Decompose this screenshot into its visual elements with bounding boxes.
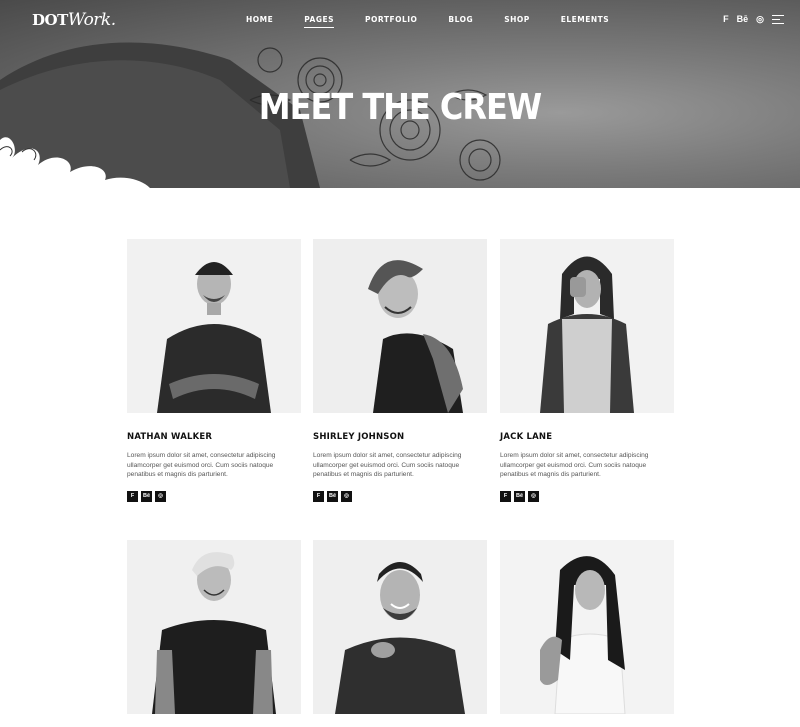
instagram-icon[interactable]: ◎ bbox=[341, 490, 352, 502]
nav-item-home[interactable]: HOME bbox=[246, 15, 273, 28]
instagram-icon[interactable]: ◎ bbox=[528, 490, 539, 502]
menu-icon[interactable] bbox=[772, 14, 784, 24]
foursquare-icon[interactable]: F bbox=[313, 490, 324, 502]
nav-item-shop[interactable]: SHOP bbox=[504, 15, 530, 28]
team-member-name: SHIRLEY JOHNSON bbox=[313, 432, 405, 442]
team-card bbox=[127, 540, 301, 714]
team-member-bio: Lorem ipsum dolor sit amet, consectetur … bbox=[500, 452, 649, 478]
team-member-socials: F Bē ◎ bbox=[127, 490, 301, 502]
foursquare-icon[interactable]: F bbox=[500, 490, 511, 502]
team-member-photo bbox=[500, 540, 674, 714]
foursquare-icon[interactable]: F bbox=[723, 14, 729, 24]
team-member-photo bbox=[127, 239, 301, 413]
behance-icon[interactable]: Bē bbox=[141, 490, 152, 502]
team-card: SHIRLEY JOHNSON Lorem ipsum dolor sit am… bbox=[313, 239, 487, 502]
team-member-photo bbox=[313, 239, 487, 413]
team-member-socials: F Bē ◎ bbox=[313, 490, 487, 502]
team-member-bio: Lorem ipsum dolor sit amet, consectetur … bbox=[313, 452, 462, 478]
team-card bbox=[313, 540, 487, 714]
team-member-photo bbox=[127, 540, 301, 714]
foursquare-icon[interactable]: F bbox=[127, 490, 138, 502]
behance-icon[interactable]: Bē bbox=[514, 490, 525, 502]
team-member-photo bbox=[500, 239, 674, 413]
instagram-icon[interactable]: ◎ bbox=[756, 14, 764, 24]
team-member-socials: F Bē ◎ bbox=[500, 490, 674, 502]
team-card: NATHAN WALKER Lorem ipsum dolor sit amet… bbox=[127, 239, 301, 502]
team-card: JACK LANE Lorem ipsum dolor sit amet, co… bbox=[500, 239, 674, 502]
hero-banner: DOTWork. HOME PAGES PORTFOLIO BLOG SHOP … bbox=[0, 0, 800, 188]
logo-text: DOT bbox=[32, 11, 68, 29]
nav-item-pages[interactable]: PAGES bbox=[304, 15, 335, 28]
page-title: MEET THE CREW bbox=[258, 86, 542, 128]
main-nav: HOME PAGES PORTFOLIO BLOG SHOP ELEMENTS bbox=[246, 15, 640, 28]
nav-item-portfolio[interactable]: PORTFOLIO bbox=[365, 15, 417, 28]
team-card bbox=[500, 540, 674, 714]
logo-script: Work. bbox=[67, 10, 116, 30]
team-member-bio: Lorem ipsum dolor sit amet, consectetur … bbox=[127, 452, 276, 478]
nav-item-elements[interactable]: ELEMENTS bbox=[561, 15, 609, 28]
header-social-icons: F Bē ◎ bbox=[723, 14, 784, 24]
behance-icon[interactable]: Bē bbox=[327, 490, 338, 502]
team-member-name: NATHAN WALKER bbox=[127, 432, 213, 442]
instagram-icon[interactable]: ◎ bbox=[155, 490, 166, 502]
team-member-name: JACK LANE bbox=[500, 432, 553, 442]
team-member-photo bbox=[313, 540, 487, 714]
behance-icon[interactable]: Bē bbox=[737, 14, 749, 24]
nav-item-blog[interactable]: BLOG bbox=[448, 15, 473, 28]
logo[interactable]: DOTWork. bbox=[32, 10, 116, 30]
